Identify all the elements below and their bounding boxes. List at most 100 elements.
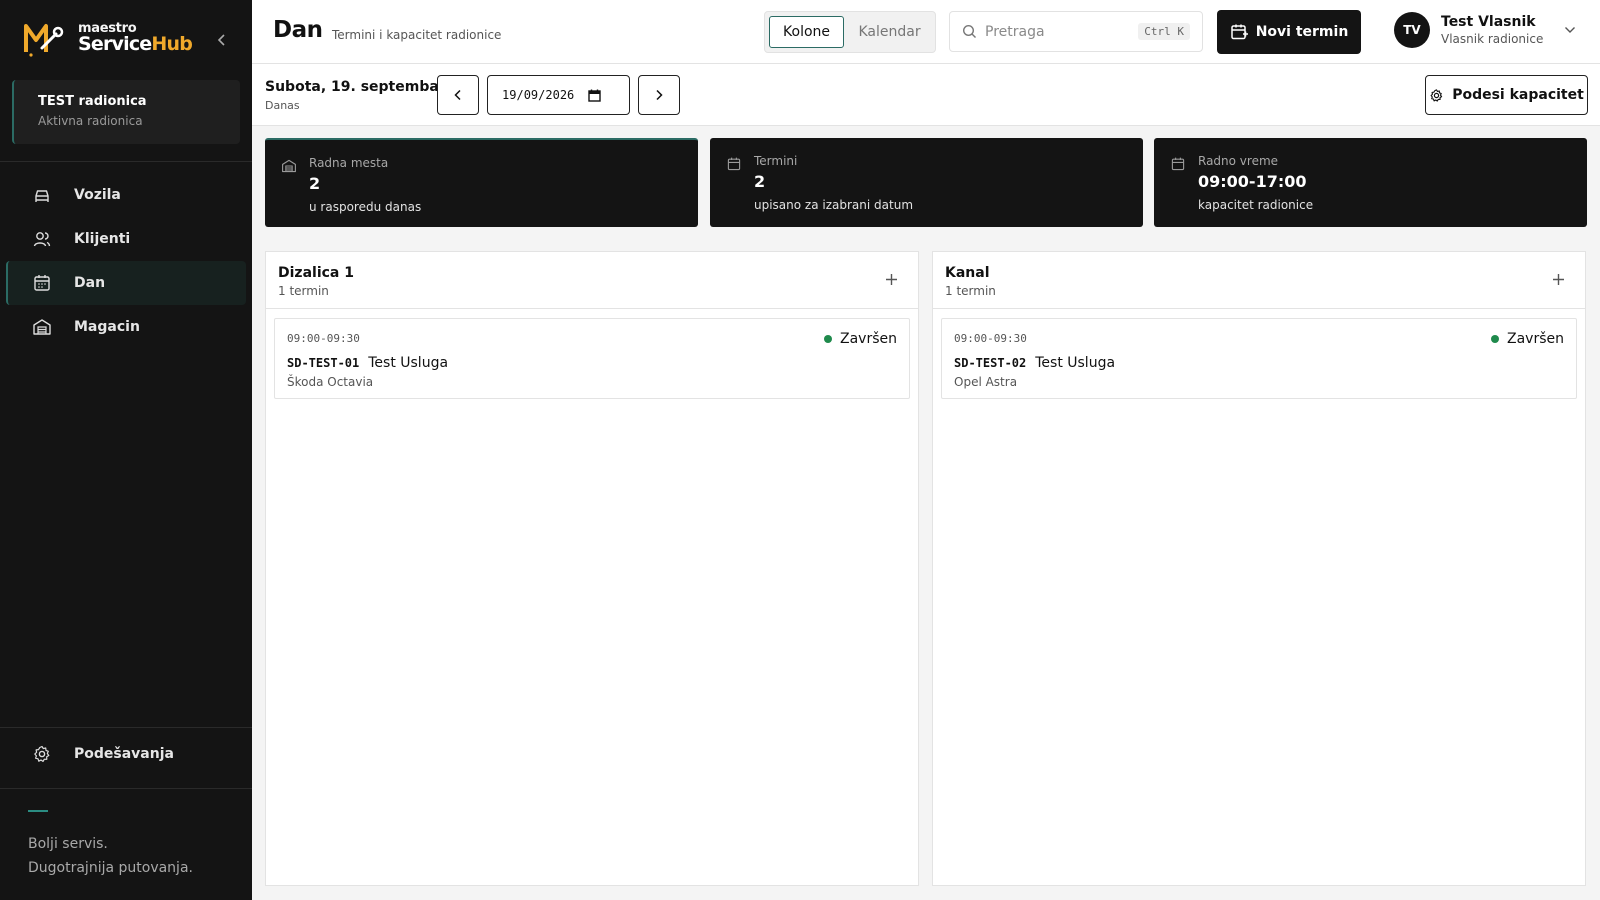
stat-card-workplaces: Radna mesta 2 u rasporedu danas: [265, 138, 698, 227]
view-calendar-button[interactable]: Kalendar: [848, 16, 931, 48]
stat-card-working-hours: Radno vreme 09:00-17:00 kapacitet radion…: [1154, 138, 1587, 227]
sidebar-item-podesavanja[interactable]: Podešavanja: [6, 732, 246, 776]
column-count: 1 termin: [945, 284, 996, 298]
appointment-time: 09:00-09:30: [954, 332, 1027, 345]
date-bar: Subota, 19. septembar Danas 19/09/2026 P…: [252, 64, 1600, 126]
stat-label: Radno vreme: [1198, 154, 1279, 168]
plus-icon: [886, 274, 897, 285]
new-appointment-button[interactable]: Novi termin: [1217, 10, 1361, 54]
status-badge: Završen: [1491, 331, 1564, 347]
stat-sub: kapacitet radionice: [1198, 198, 1314, 212]
sidebar-item-label: Podešavanja: [74, 746, 174, 762]
search-input[interactable]: [985, 23, 1135, 40]
date-picker-input[interactable]: 19/09/2026: [487, 75, 630, 115]
sidebar-item-label: Magacin: [74, 319, 140, 335]
stat-label: Radna mesta: [309, 156, 389, 170]
car-icon: [32, 185, 52, 205]
workshop-name: TEST radionica: [38, 94, 147, 109]
gear-icon: [32, 744, 52, 764]
sidebar-settings: Podešavanja: [6, 732, 246, 776]
appointment-vehicle: Škoda Octavia: [287, 375, 374, 389]
collapse-sidebar-button[interactable]: [214, 30, 230, 50]
chevron-right-icon: [656, 89, 663, 101]
sidebar-divider: [0, 788, 252, 789]
appointment-card[interactable]: 09:00-09:30 Završen SD-TEST-01 Test Uslu…: [274, 318, 910, 399]
appointment-time: 09:00-09:30: [287, 332, 360, 345]
add-appointment-button[interactable]: [1552, 270, 1565, 291]
date-year: 2026: [545, 88, 575, 102]
user-info: Test Vlasnik Vlasnik radionice: [1441, 14, 1543, 46]
logo-service: Service: [78, 33, 152, 55]
appointment-service: Test Usluga: [368, 355, 449, 371]
sidebar-item-label: Klijenti: [74, 231, 131, 247]
stat-value: 2: [309, 174, 321, 193]
search-icon: [962, 24, 976, 38]
search-shortcut-hint: Ctrl K: [1138, 23, 1190, 40]
user-menu[interactable]: TV Test Vlasnik Vlasnik radionice: [1394, 12, 1576, 48]
appointment-line: SD-TEST-01 Test Usluga: [287, 355, 448, 371]
logo-hub: Hub: [151, 33, 193, 55]
sidebar-item-klijenti[interactable]: Klijenti: [6, 217, 246, 261]
column-header: Dizalica 1 1 termin: [266, 252, 918, 309]
warehouse-icon: [32, 317, 52, 337]
column-title: Kanal: [945, 265, 990, 281]
next-day-button[interactable]: [638, 75, 680, 115]
tagline-line2: Dugotrajnija putovanja.: [28, 860, 193, 876]
selected-date-label: Subota, 19. septembar: [265, 79, 446, 95]
tagline: Bolji servis. Dugotrajnija putovanja.: [28, 810, 193, 880]
view-toggle: Kolone Kalendar: [764, 11, 936, 53]
stat-label: Termini: [754, 154, 798, 168]
calendar-icon: [727, 157, 741, 171]
calendar-icon: [32, 273, 52, 293]
date-value: 19/09/2026: [502, 88, 575, 102]
status-dot-icon: [1491, 335, 1499, 343]
stat-sub: upisano za izabrani datum: [754, 198, 914, 212]
tagline-line1: Bolji servis.: [28, 836, 108, 852]
appointment-service: Test Usluga: [1035, 355, 1116, 371]
column-header: Kanal 1 termin: [933, 252, 1585, 309]
appointment-code: SD-TEST-02: [954, 356, 1027, 370]
set-capacity-button[interactable]: Podesi kapacitet: [1425, 75, 1588, 115]
column-title: Dizalica 1: [278, 265, 354, 281]
chevron-left-icon: [217, 34, 225, 46]
user-name: Test Vlasnik: [1441, 14, 1536, 30]
new-appointment-label: Novi termin: [1255, 24, 1349, 40]
view-columns-button[interactable]: Kolone: [769, 16, 845, 48]
logo-text: maestro ServiceHub: [78, 22, 193, 55]
chevron-down-icon: [1565, 27, 1576, 33]
page-title: Dan: [273, 17, 323, 43]
plus-icon: [1553, 274, 1564, 285]
status-badge: Završen: [824, 331, 897, 347]
stat-value: 2: [754, 172, 766, 191]
tagline-accent: [28, 810, 48, 812]
sidebar-item-label: Dan: [74, 275, 106, 291]
resource-column-kanal: Kanal 1 termin 09:00-09:30 Završen SD-TE…: [932, 251, 1586, 886]
status-label: Završen: [840, 331, 897, 347]
add-appointment-button[interactable]: [885, 270, 898, 291]
sidebar: maestro ServiceHub TEST radionica Aktivn…: [0, 0, 252, 900]
workshop-selector[interactable]: TEST radionica Aktivna radionica: [12, 80, 240, 144]
sidebar-item-vozila[interactable]: Vozila: [6, 173, 246, 217]
resource-column-dizalica: Dizalica 1 1 termin 09:00-09:30 Završen …: [265, 251, 919, 886]
sidebar-item-magacin[interactable]: Magacin: [6, 305, 246, 349]
logo-mark-icon: [24, 24, 64, 57]
page-subtitle: Termini i kapacitet radionice: [332, 28, 502, 42]
workshop-status: Aktivna radionica: [38, 114, 143, 128]
sidebar-divider: [0, 161, 252, 162]
stat-value: 09:00-17:00: [1198, 172, 1307, 191]
previous-day-button[interactable]: [437, 75, 479, 115]
calendar-icon[interactable]: [588, 89, 601, 102]
appointment-card[interactable]: 09:00-09:30 Završen SD-TEST-02 Test Uslu…: [941, 318, 1577, 399]
sidebar-item-dan[interactable]: Dan: [6, 261, 246, 305]
relative-date-label: Danas: [265, 99, 300, 112]
avatar: TV: [1394, 12, 1430, 48]
users-icon: [32, 229, 52, 249]
search-box: Ctrl K: [949, 11, 1203, 52]
column-count: 1 termin: [278, 284, 329, 298]
brand-logo[interactable]: maestro ServiceHub: [22, 18, 193, 58]
appointment-vehicle: Opel Astra: [954, 375, 1018, 389]
appointment-code: SD-TEST-01: [287, 356, 360, 370]
top-header: Dan Termini i kapacitet radionice Kolone…: [252, 0, 1600, 64]
user-role: Vlasnik radionice: [1441, 32, 1544, 46]
chevron-left-icon: [454, 89, 461, 101]
